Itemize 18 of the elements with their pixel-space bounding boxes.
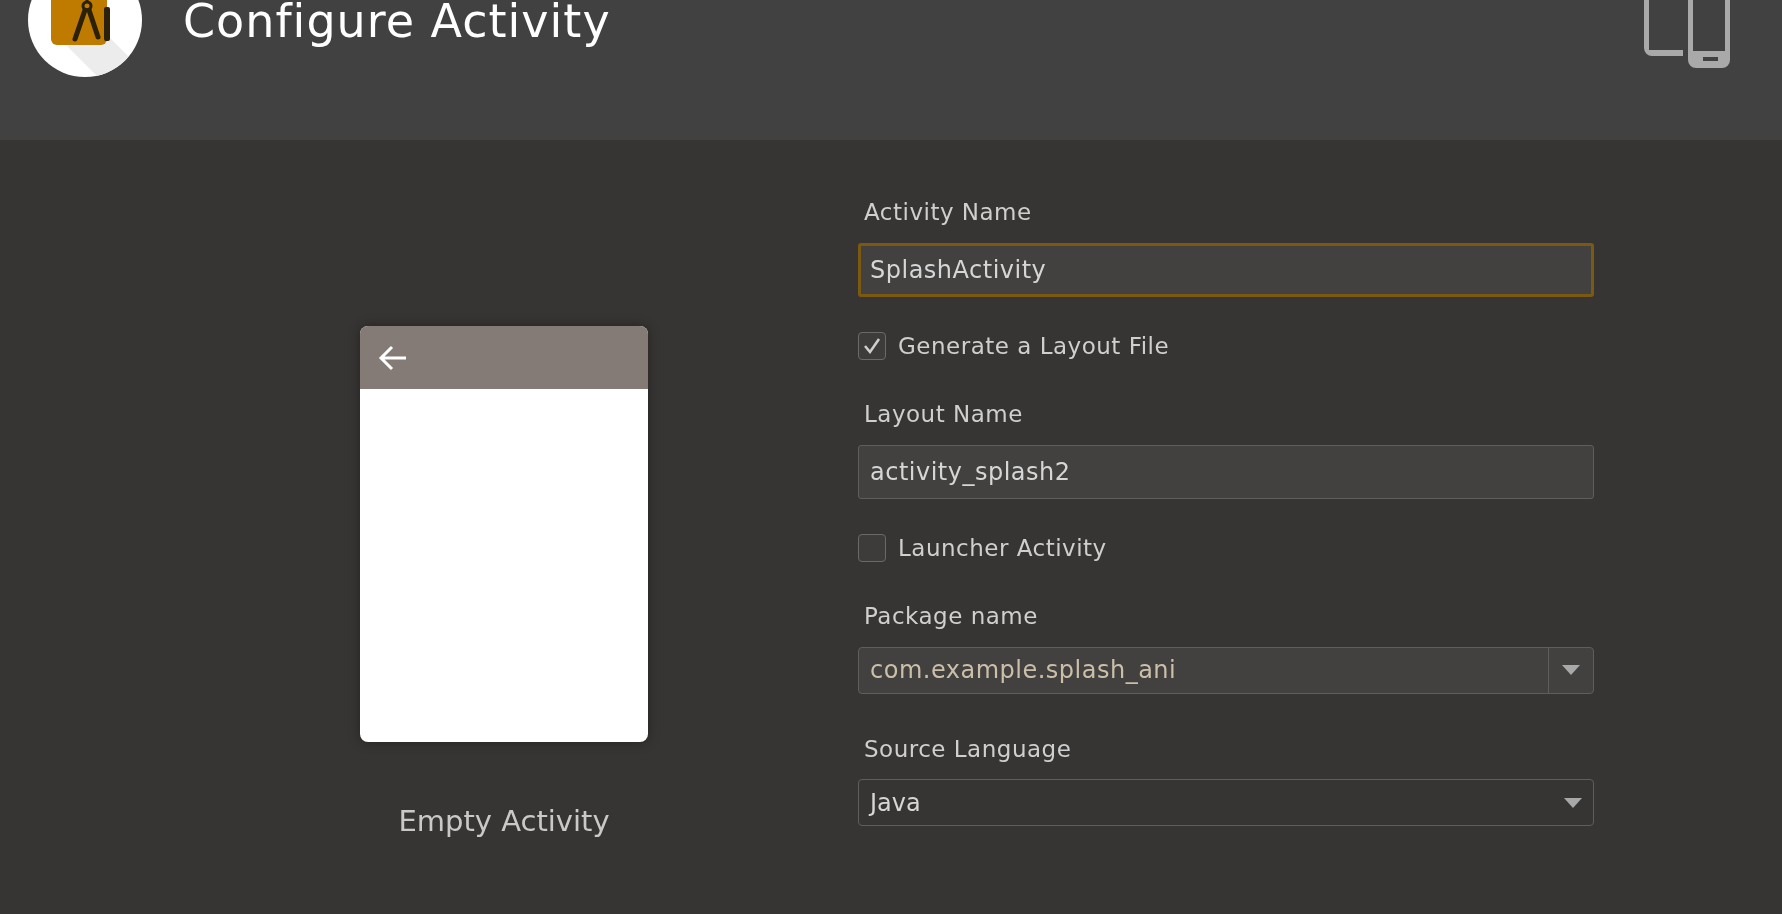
field-label: Package name [864, 602, 1039, 631]
field-label: Layout Name [864, 400, 1024, 429]
field-label: Source Language [864, 734, 1073, 764]
combo-box[interactable]: com.example.splash_ani [858, 646, 1594, 694]
text-input-field[interactable]: SplashActivity [858, 242, 1594, 297]
dropdown-arrow-icon [1562, 665, 1580, 675]
checkbox[interactable] [858, 331, 886, 360]
dialog-title: Configure Activity [183, 0, 611, 50]
field-label: Activity Name [864, 198, 1033, 227]
text-input-field[interactable]: activity_splash2 [858, 444, 1594, 499]
checkbox[interactable] [858, 533, 886, 562]
dropdown-arrow-icon [1564, 797, 1582, 808]
back-arrow-icon [378, 344, 408, 371]
check-icon [863, 337, 881, 354]
checkbox-label[interactable]: Launcher Activity [898, 530, 1107, 565]
template-caption: Empty Activity [398, 803, 610, 840]
dropdown[interactable]: Java [858, 779, 1594, 826]
checkbox-label[interactable]: Generate a Layout File [898, 328, 1170, 363]
